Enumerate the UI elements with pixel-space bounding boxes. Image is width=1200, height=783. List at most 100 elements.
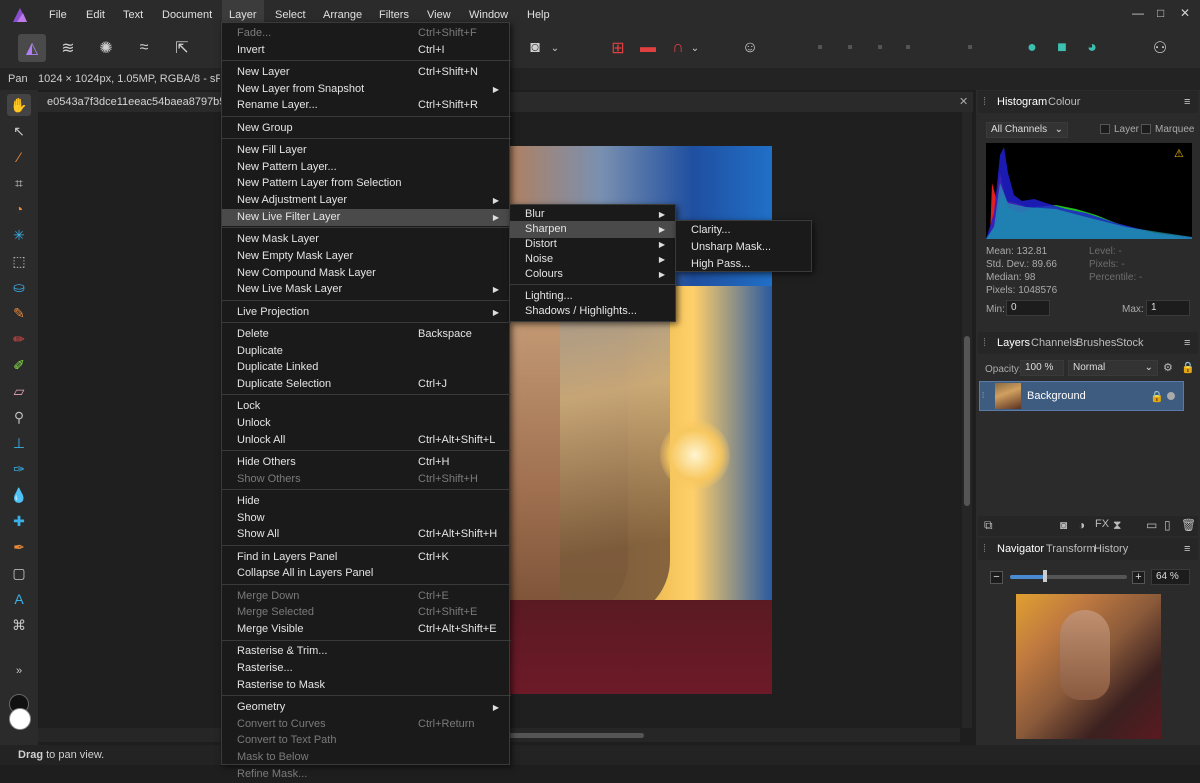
tab-navigator[interactable]: Navigator bbox=[997, 538, 1044, 560]
mask-button[interactable]: ▬ bbox=[634, 34, 662, 62]
menu-item-hide[interactable]: Hide bbox=[222, 493, 509, 510]
layer-options-icon[interactable]: ⧉ bbox=[984, 518, 993, 533]
menu-item-hide-others[interactable]: Hide Others Ctrl+H bbox=[222, 454, 509, 471]
close-document-icon[interactable]: ✕ bbox=[959, 95, 968, 108]
layer-visibility-icon[interactable] bbox=[1167, 392, 1175, 400]
menu-item-rasterise[interactable]: Rasterise... bbox=[222, 660, 509, 677]
menu-item-unsharp-mask[interactable]: Unsharp Mask... bbox=[676, 239, 811, 256]
panel-menu-icon[interactable]: ≡ bbox=[1184, 91, 1190, 113]
menu-item-unlock-all[interactable]: Unlock All Ctrl+Alt+Shift+L bbox=[222, 432, 509, 449]
color-picker-tool-button[interactable]: ⁄ bbox=[7, 146, 31, 168]
max-field[interactable]: 1 bbox=[1146, 300, 1190, 316]
delete-layer-icon[interactable]: 🗑 bbox=[1181, 518, 1196, 532]
flood-fill-tool-button[interactable]: ⛀ bbox=[7, 276, 31, 298]
fx-icon[interactable]: FX bbox=[1095, 518, 1109, 530]
gear-icon[interactable]: ⚙ bbox=[1163, 361, 1173, 374]
menu-item-new-compound-mask-layer[interactable]: New Compound Mask Layer bbox=[222, 265, 509, 282]
studio-button-1[interactable]: ● bbox=[1018, 34, 1046, 62]
menu-item-show[interactable]: Show bbox=[222, 510, 509, 527]
live-filter-icon[interactable]: ⧗ bbox=[1113, 518, 1121, 533]
primary-color-swatch[interactable] bbox=[9, 708, 31, 730]
add-layer-icon[interactable]: ▯ bbox=[1164, 518, 1171, 532]
rectangle-tool-button[interactable]: ▢ bbox=[7, 562, 31, 584]
tab-colour[interactable]: Colour bbox=[1048, 91, 1080, 113]
menu-item-rasterise-trim[interactable]: Rasterise & Trim... bbox=[222, 643, 509, 660]
selection-brush-tool-button[interactable]: ◔ bbox=[7, 198, 31, 220]
liquify-persona-button[interactable]: ≋ bbox=[54, 34, 82, 62]
layer-checkbox[interactable] bbox=[1100, 124, 1110, 134]
adjustment-icon[interactable]: ◑ bbox=[1078, 518, 1085, 532]
blend-mode-select[interactable]: Normal ⌄ bbox=[1068, 360, 1158, 376]
layer-lock-icon[interactable]: 🔒 bbox=[1150, 390, 1164, 403]
marquee-tool-button[interactable]: ⬚ bbox=[7, 250, 31, 272]
dodge-tool-button[interactable]: ⚲ bbox=[7, 406, 31, 428]
minimize-button[interactable]: — bbox=[1132, 6, 1144, 20]
export-persona-button[interactable]: ⇱ bbox=[168, 34, 196, 62]
flood-select-tool-button[interactable]: ✳ bbox=[7, 224, 31, 246]
account-button[interactable]: ⚇ bbox=[1146, 34, 1174, 62]
zoom-in-button[interactable]: + bbox=[1132, 571, 1145, 584]
assistant-button[interactable]: ☺ bbox=[736, 34, 764, 62]
back-button[interactable]: ▪ bbox=[894, 34, 922, 62]
forward-button[interactable]: ▪ bbox=[866, 34, 894, 62]
quick-mask-dropdown[interactable]: ⌄ bbox=[548, 34, 562, 62]
channel-select[interactable]: All Channels ⌄ bbox=[986, 122, 1068, 138]
opacity-field[interactable]: 100 %⌄ bbox=[1020, 360, 1064, 387]
develop-persona-button[interactable]: ✺ bbox=[92, 34, 120, 62]
lock-icon[interactable]: 🔒 bbox=[1181, 361, 1195, 374]
menu-item-merge-visible[interactable]: Merge Visible Ctrl+Alt+Shift+E bbox=[222, 621, 509, 638]
pen-tool-button[interactable]: ✒ bbox=[7, 536, 31, 558]
studio-button-3[interactable]: ◕ bbox=[1078, 34, 1106, 62]
menu-item-new-pattern-layer-from-selection[interactable]: New Pattern Layer from Selection bbox=[222, 175, 509, 192]
tab-layers[interactable]: Layers bbox=[997, 332, 1030, 354]
menu-item-rename-layer[interactable]: Rename Layer... Ctrl+Shift+R bbox=[222, 97, 509, 114]
menu-item-lock[interactable]: Lock bbox=[222, 398, 509, 415]
menu-edit[interactable]: Edit bbox=[79, 0, 112, 30]
menu-item-new-fill-layer[interactable]: New Fill Layer bbox=[222, 142, 509, 159]
affinity-photo-logo-icon[interactable] bbox=[10, 5, 30, 25]
tab-stock[interactable]: Stock bbox=[1116, 332, 1144, 354]
menu-item-unlock[interactable]: Unlock bbox=[222, 415, 509, 432]
menu-item-find-in-layers-panel[interactable]: Find in Layers Panel Ctrl+K bbox=[222, 549, 509, 566]
horizontal-scroll-thumb[interactable] bbox=[508, 733, 644, 738]
tab-histogram[interactable]: Histogram bbox=[997, 91, 1047, 113]
healing-brush-tool-button[interactable]: ✚ bbox=[7, 510, 31, 532]
snapping-button[interactable]: ⊞ bbox=[604, 34, 632, 62]
tone-mapping-persona-button[interactable]: ≈ bbox=[130, 34, 158, 62]
menu-text[interactable]: Text bbox=[116, 0, 150, 30]
menu-item-duplicate-selection[interactable]: Duplicate Selection Ctrl+J bbox=[222, 376, 509, 393]
menu-item-show-all[interactable]: Show All Ctrl+Alt+Shift+H bbox=[222, 526, 509, 543]
transform-button[interactable]: ▪ bbox=[956, 34, 984, 62]
align-button[interactable]: ▪ bbox=[806, 34, 834, 62]
tab-history[interactable]: History bbox=[1094, 538, 1128, 560]
blur-tool-button[interactable]: 💧 bbox=[7, 484, 31, 506]
close-window-button[interactable]: ✕ bbox=[1180, 6, 1190, 20]
menu-item-new-live-mask-layer[interactable]: New Live Mask Layer ▶ bbox=[222, 281, 509, 298]
arrange-button[interactable]: ▪ bbox=[836, 34, 864, 62]
mesh-warp-tool-button[interactable]: ⌘ bbox=[7, 614, 31, 636]
zoom-out-button[interactable]: − bbox=[990, 571, 1003, 584]
photo-persona-button[interactable]: ◭ bbox=[18, 34, 46, 62]
panel-menu-icon[interactable]: ≡ bbox=[1184, 332, 1190, 354]
menu-item-new-layer-from-snapshot[interactable]: New Layer from Snapshot ▶ bbox=[222, 81, 509, 98]
clone-tool-button[interactable]: ⊥ bbox=[7, 432, 31, 454]
menu-file[interactable]: File bbox=[42, 0, 74, 30]
mixer-brush-tool-button[interactable]: ✐ bbox=[7, 354, 31, 376]
tab-brushes[interactable]: Brushes bbox=[1076, 332, 1116, 354]
menu-item-new-layer[interactable]: New Layer Ctrl+Shift+N bbox=[222, 64, 509, 81]
menu-item-new-empty-mask-layer[interactable]: New Empty Mask Layer bbox=[222, 248, 509, 265]
menu-item-duplicate[interactable]: Duplicate bbox=[222, 343, 509, 360]
menu-item-high-pass[interactable]: High Pass... bbox=[676, 256, 811, 273]
studio-button-2[interactable]: ■ bbox=[1048, 34, 1076, 62]
menu-item-shadows-highlights[interactable]: Shadows / Highlights... bbox=[510, 303, 675, 320]
tab-channels[interactable]: Channels bbox=[1031, 332, 1077, 354]
panel-menu-icon[interactable]: ≡ bbox=[1184, 538, 1190, 560]
add-group-icon[interactable]: ▭ bbox=[1146, 518, 1157, 532]
vertical-scroll-thumb[interactable] bbox=[964, 336, 970, 506]
maximize-button[interactable]: □ bbox=[1157, 6, 1164, 20]
menu-document[interactable]: Document bbox=[155, 0, 219, 30]
menu-help[interactable]: Help bbox=[520, 0, 557, 30]
pixel-tool-button[interactable]: ✏ bbox=[7, 328, 31, 350]
pan-tool-button[interactable]: ✋ bbox=[7, 94, 31, 116]
move-tool-button[interactable]: ↖ bbox=[7, 120, 31, 142]
